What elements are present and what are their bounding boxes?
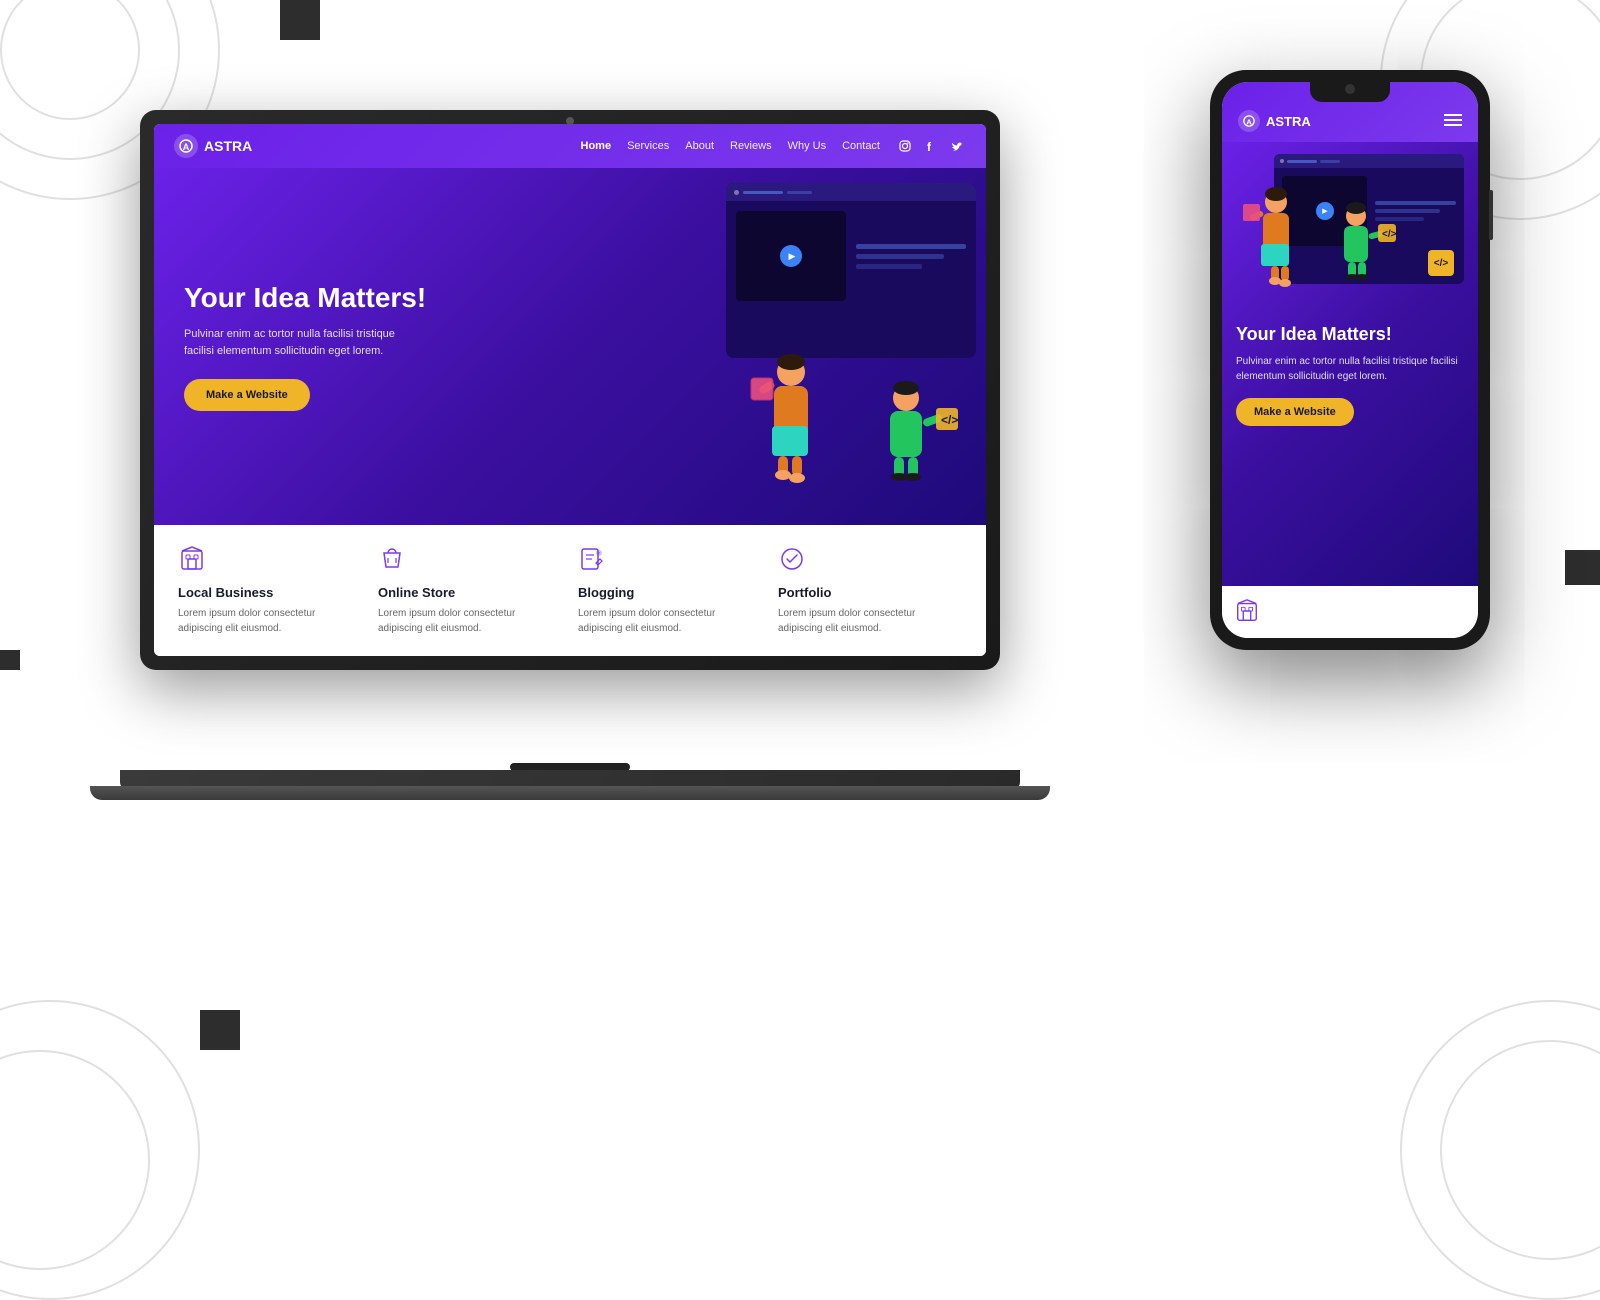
nav-logo: A ASTRA bbox=[174, 134, 252, 158]
edit-icon: ✓ bbox=[578, 545, 610, 577]
hero-description: Pulvinar enim ac tortor nulla facilisi t… bbox=[184, 326, 424, 359]
main-scene: A ASTRA Home Services About Reviews Why … bbox=[80, 50, 1520, 1150]
nav-link-about[interactable]: About bbox=[685, 140, 714, 152]
service-card-portfolio: Portfolio Lorem ipsum dolor consectetur … bbox=[778, 545, 962, 636]
service-title-online-store: Online Store bbox=[378, 585, 562, 600]
service-card-blogging: ✓ Blogging Lorem ipsum dolor consectetur… bbox=[578, 545, 762, 636]
laptop-screen: A ASTRA Home Services About Reviews Why … bbox=[154, 124, 986, 656]
laptop-device: A ASTRA Home Services About Reviews Why … bbox=[140, 110, 1000, 790]
nav-link-contact[interactable]: Contact bbox=[842, 140, 880, 152]
service-desc-online-store: Lorem ipsum dolor consectetur adipiscing… bbox=[378, 606, 562, 636]
service-title-blogging: Blogging bbox=[578, 585, 762, 600]
hero-title: Your Idea Matters! bbox=[184, 282, 956, 314]
service-desc-blogging: Lorem ipsum dolor consectetur adipiscing… bbox=[578, 606, 762, 636]
svg-text:</>: </> bbox=[1382, 229, 1396, 240]
phone-people-svg: </> bbox=[1236, 174, 1396, 324]
decoration-square-3 bbox=[1565, 550, 1600, 585]
phone-side-button bbox=[1489, 190, 1493, 240]
service-card-local-business: Local Business Lorem ipsum dolor consect… bbox=[178, 545, 362, 636]
hero-content: Your Idea Matters! Pulvinar enim ac tort… bbox=[184, 282, 956, 411]
laptop-body: A ASTRA Home Services About Reviews Why … bbox=[140, 110, 1000, 670]
phone-nav-logo: A ASTRA bbox=[1238, 110, 1311, 132]
phone-hero-cta-button[interactable]: Make a Website bbox=[1236, 398, 1354, 426]
logo-text: ASTRA bbox=[204, 138, 252, 154]
twitter-icon[interactable] bbox=[948, 137, 966, 155]
service-card-online-store: Online Store Lorem ipsum dolor consectet… bbox=[378, 545, 562, 636]
facebook-icon[interactable]: f bbox=[922, 137, 940, 155]
nav-link-whyus[interactable]: Why Us bbox=[788, 140, 827, 152]
logo-icon: A bbox=[174, 134, 198, 158]
nav-link-reviews[interactable]: Reviews bbox=[730, 140, 772, 152]
decoration-square-1 bbox=[280, 0, 320, 40]
building-icon bbox=[178, 545, 210, 577]
phone-logo-icon: A bbox=[1238, 110, 1260, 132]
phone-building-icon bbox=[1234, 598, 1262, 626]
hamburger-icon[interactable] bbox=[1444, 113, 1462, 130]
shopping-bag-icon bbox=[378, 545, 410, 577]
phone-hero-title: Your Idea Matters! bbox=[1236, 324, 1464, 346]
phone-hero: ▶ bbox=[1222, 142, 1478, 586]
svg-text:f: f bbox=[927, 140, 932, 153]
svg-text:</>: </> bbox=[941, 413, 958, 427]
nav-links: Home Services About Reviews Why Us Conta… bbox=[581, 140, 881, 152]
phone-screen: A ASTRA bbox=[1222, 82, 1478, 638]
instagram-icon[interactable] bbox=[896, 137, 914, 155]
nav-socials: f bbox=[896, 137, 966, 155]
laptop-foot bbox=[90, 786, 1050, 800]
phone-device: A ASTRA bbox=[1210, 70, 1490, 650]
laptop-camera bbox=[566, 117, 574, 125]
website-nav: A ASTRA Home Services About Reviews Why … bbox=[154, 124, 986, 168]
website-services: Local Business Lorem ipsum dolor consect… bbox=[154, 525, 986, 656]
decoration-square-2 bbox=[0, 650, 20, 670]
svg-text:A: A bbox=[1246, 117, 1252, 126]
services-grid: Local Business Lorem ipsum dolor consect… bbox=[178, 545, 962, 636]
phone-camera bbox=[1345, 84, 1355, 94]
service-desc-portfolio: Lorem ipsum dolor consectetur adipiscing… bbox=[778, 606, 962, 636]
phone-services bbox=[1222, 586, 1478, 638]
website-content: A ASTRA Home Services About Reviews Why … bbox=[154, 124, 986, 656]
service-title-local-business: Local Business bbox=[178, 585, 362, 600]
service-desc-local-business: Lorem ipsum dolor consectetur adipiscing… bbox=[178, 606, 362, 636]
phone-body: A ASTRA bbox=[1210, 70, 1490, 650]
phone-logo-text: ASTRA bbox=[1266, 114, 1311, 129]
phone-hero-description: Pulvinar enim ac tortor nulla facilisi t… bbox=[1236, 354, 1464, 384]
svg-text:✓: ✓ bbox=[597, 551, 601, 557]
nav-link-home[interactable]: Home bbox=[581, 140, 612, 152]
website-hero: Your Idea Matters! Pulvinar enim ac tort… bbox=[154, 168, 986, 525]
service-title-portfolio: Portfolio bbox=[778, 585, 962, 600]
nav-link-services[interactable]: Services bbox=[627, 140, 669, 152]
phone-website-content: A ASTRA bbox=[1222, 82, 1478, 638]
check-circle-icon bbox=[778, 545, 810, 577]
phone-illustration: ▶ bbox=[1236, 154, 1464, 314]
svg-text:A: A bbox=[183, 142, 190, 152]
hero-cta-button[interactable]: Make a Website bbox=[184, 379, 310, 411]
